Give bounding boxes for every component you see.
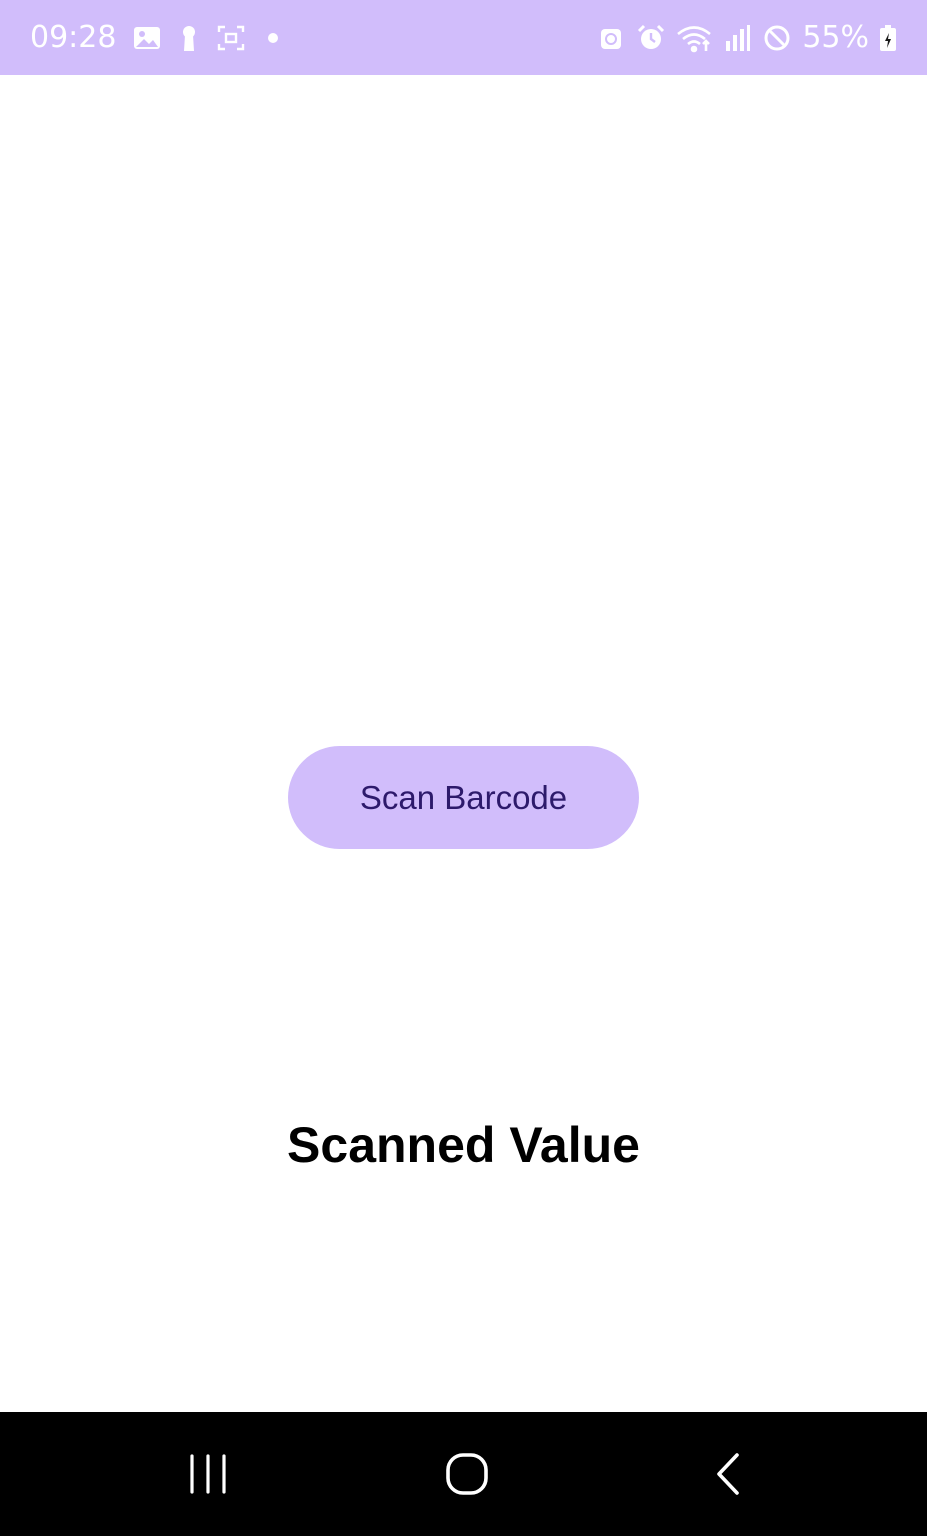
alarm-icon xyxy=(636,23,666,53)
status-bar-right: 55% xyxy=(596,0,897,75)
keyhole-icon xyxy=(174,23,204,53)
notification-dot-icon xyxy=(258,23,288,53)
scan-barcode-button[interactable]: Scan Barcode xyxy=(288,746,639,849)
do-not-disturb-icon xyxy=(762,23,792,53)
status-bar-left: 09:28 xyxy=(30,0,288,75)
gallery-icon xyxy=(132,23,162,53)
battery-charging-icon xyxy=(879,23,897,53)
scanned-value-text: Scanned Value xyxy=(287,1117,640,1173)
home-icon xyxy=(445,1452,489,1496)
android-icon xyxy=(596,23,626,53)
recents-icon xyxy=(186,1454,230,1494)
home-button[interactable] xyxy=(407,1412,527,1536)
back-icon xyxy=(713,1452,743,1496)
wifi-icon xyxy=(676,23,712,53)
status-bar: 09:28 55% xyxy=(0,0,927,75)
signal-icon xyxy=(722,23,752,53)
status-time: 09:28 xyxy=(30,20,117,55)
battery-percent: 55% xyxy=(802,20,869,55)
screenshot-icon xyxy=(216,23,246,53)
app-screen: 09:28 55% Scan Barcode Scanned Value xyxy=(0,0,927,1536)
recents-button[interactable] xyxy=(148,1412,268,1536)
navigation-bar xyxy=(0,1412,927,1536)
back-button[interactable] xyxy=(668,1412,788,1536)
